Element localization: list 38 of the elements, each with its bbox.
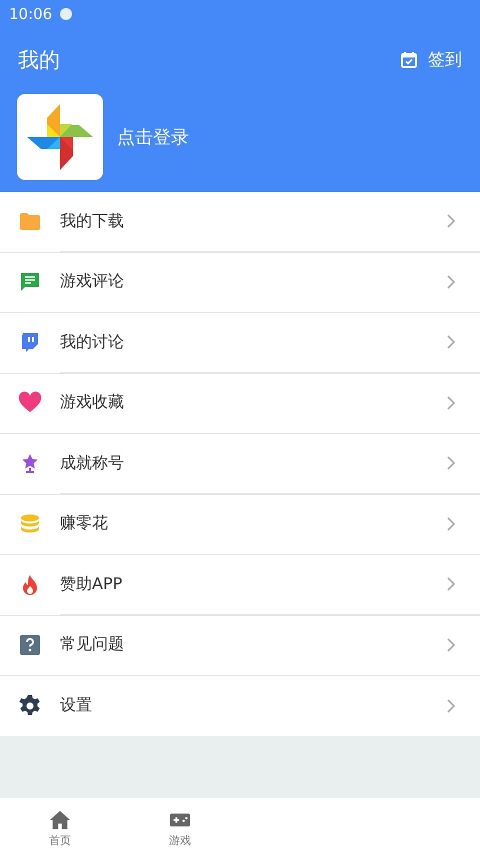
menu-item[interactable]: 成就称号 [0,433,480,494]
menu-item[interactable]: 游戏收藏 [0,372,480,433]
home-icon [49,809,71,831]
menu-item[interactable]: 设置 [0,675,480,736]
chevron-icon [446,274,456,289]
chevron-icon [446,396,456,410]
chevron-icon [446,516,456,531]
menu-item[interactable]: 游戏评论 [0,252,480,312]
nav-tab[interactable]: 首页 [0,798,120,853]
page-title: 我的 [18,46,60,74]
menu-item[interactable]: 我的下载 [0,192,480,252]
help-icon [18,633,42,658]
chevron-icon [446,638,456,652]
menu-item[interactable]: 赚零花 [0,494,480,554]
status-time: 10:06 [9,4,52,23]
menu-label: 赞助APP [60,574,124,595]
menu-label: 游戏收藏 [60,392,125,414]
menu-label: 我的讨论 [60,332,125,353]
menu-label: 常见问题 [60,634,125,656]
menu-label: 游戏评论 [60,271,125,292]
menu-label: 我的下载 [60,210,125,232]
chevron-icon [446,335,456,350]
chevron-icon [446,214,456,228]
pinwheel-icon [27,104,93,170]
chevron-icon [446,456,456,470]
app-logo[interactable] [17,94,103,180]
menu-label: 设置 [60,695,93,716]
calendar-icon [401,51,417,68]
settings-icon [18,694,42,718]
menu-item[interactable]: 常见问题 [0,614,480,675]
chevron-icon [446,698,456,713]
notification-icon [60,8,72,20]
menu-item[interactable]: 赞助APP [0,554,480,614]
menu-label: 成就称号 [60,452,125,474]
menu-item[interactable]: 我的讨论 [0,312,480,372]
nav-tab[interactable]: 游戏 [120,798,240,853]
chevron-icon [446,577,456,592]
menu-label: 赚零花 [60,513,109,534]
